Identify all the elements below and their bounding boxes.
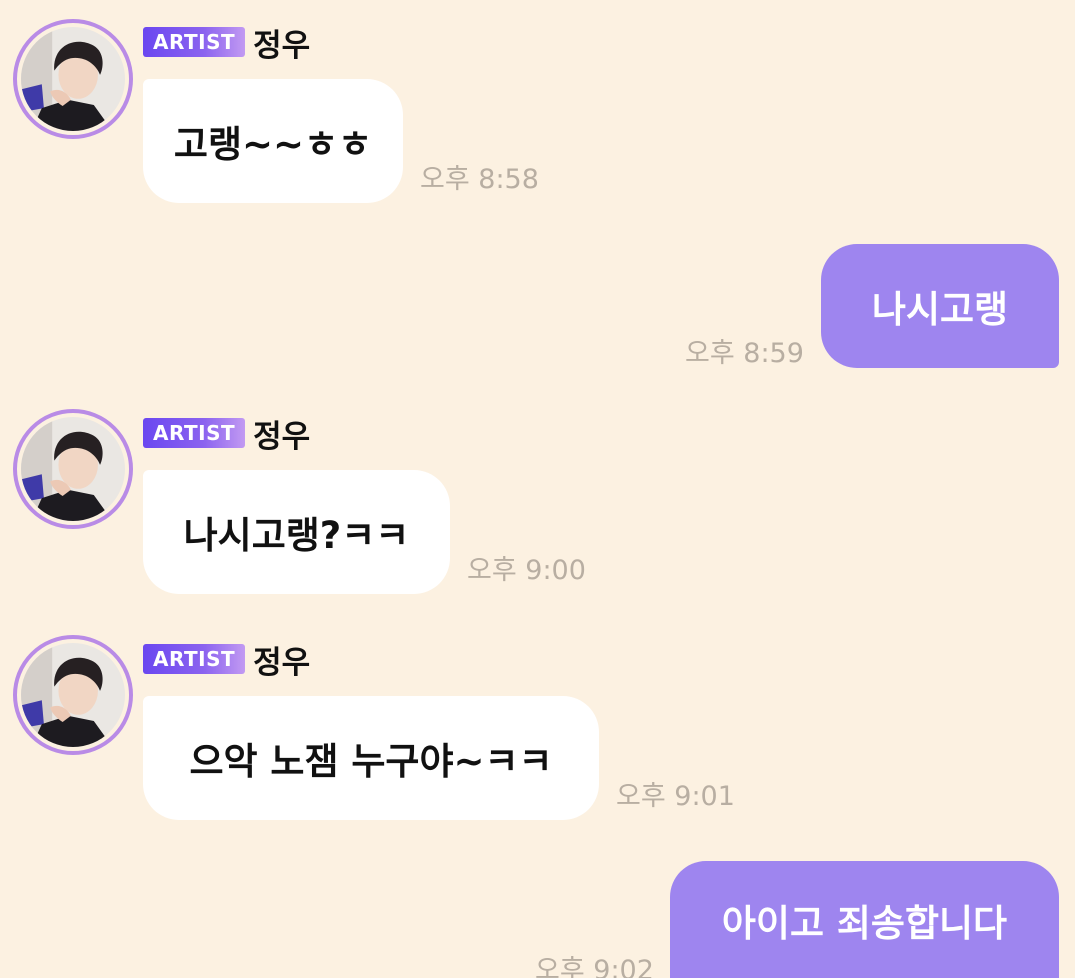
artist-avatar-photo [21,643,125,747]
person-photo-icon [21,643,125,747]
artist-avatar[interactable] [13,19,133,139]
artist-avatar-photo [21,417,125,521]
message-bubble-outgoing[interactable]: 나시고랭 [821,244,1059,368]
artist-badge: ARTIST [143,27,246,57]
message-bubble-incoming[interactable]: 나시고랭?ㅋㅋ [143,470,450,594]
message-sender: ARTIST 정우 [143,643,310,681]
artist-avatar[interactable] [13,409,133,529]
message-timestamp: 오후 8:58 [420,164,539,195]
chat-thread: ARTIST 정우 고랭~~ㅎㅎ 오후 8:58 오후 8:59 나시고랭 AR… [0,0,1075,978]
person-photo-icon [21,27,125,131]
artist-avatar-photo [21,27,125,131]
artist-badge: ARTIST [143,418,246,448]
sender-name: 정우 [253,27,311,64]
sender-name: 정우 [253,644,311,681]
message-sender: ARTIST 정우 [143,417,310,455]
artist-avatar[interactable] [13,635,133,755]
message-timestamp: 오후 9:01 [616,781,735,812]
message-timestamp: 오후 9:00 [467,555,586,586]
message-bubble-incoming[interactable]: 고랭~~ㅎㅎ [143,79,403,203]
message-sender: ARTIST 정우 [143,26,310,64]
artist-badge: ARTIST [143,644,246,674]
message-timestamp: 오후 8:59 [685,338,804,369]
message-timestamp: 오후 9:02 [535,955,654,978]
message-bubble-incoming[interactable]: 으악 노잼 누구야~ㅋㅋ [143,696,599,820]
sender-name: 정우 [253,418,311,455]
person-photo-icon [21,417,125,521]
message-bubble-outgoing[interactable]: 아이고 죄송합니다 [670,861,1059,978]
